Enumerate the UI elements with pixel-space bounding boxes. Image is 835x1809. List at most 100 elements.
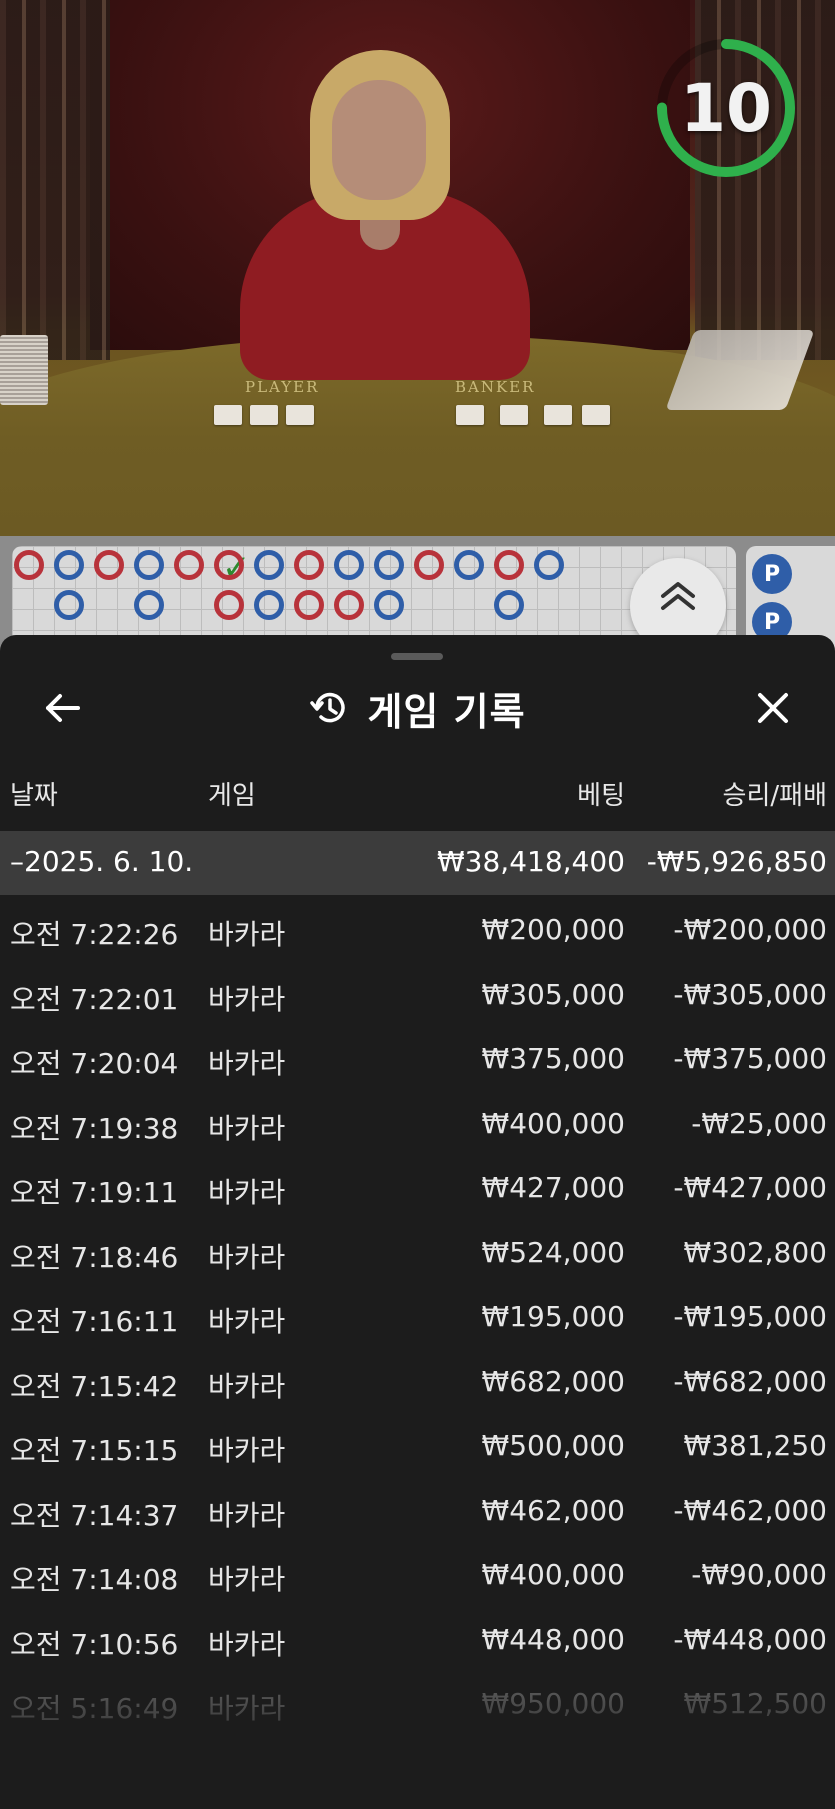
row-result: -₩682,000 [673,1364,827,1398]
summary-result-total: -₩5,926,850 [646,845,827,878]
row-result: -₩427,000 [673,1171,827,1204]
back-arrow-icon [46,694,80,722]
row-time: 오전 7:20:04 [10,1047,179,1080]
bead-banker [214,590,244,620]
row-time: 오전 7:19:38 [10,1111,179,1145]
table-row[interactable]: 오전 7:22:26 바카라 ₩200,000 -₩200,000 [0,895,835,960]
dealer [220,40,540,380]
row-game: 바카라 [208,1692,286,1725]
banker-card [544,405,572,425]
table-row[interactable]: 오전 7:10:56 바카라 ₩448,000 -₩448,000 [0,1605,835,1670]
table-row[interactable]: 오전 7:19:11 바카라 ₩427,000 -₩427,000 [0,1153,835,1218]
bead-player [374,550,404,580]
table-row[interactable]: 오전 5:16:49 바카라 ₩950,000 ₩512,500 [0,1669,835,1734]
summary-bet-total: ₩38,418,400 [436,845,625,878]
row-game: 바카라 [208,1563,286,1596]
row-result: -₩200,000 [673,913,827,946]
row-bet: ₩950,000 [481,1687,625,1720]
table-header: 날짜 게임 베팅 승리/패배 [0,775,835,819]
table-row[interactable]: 오전 7:15:42 바카라 ₩682,000 -₩682,000 [0,1347,835,1412]
row-game: 바카라 [208,918,286,951]
countdown-timer: 10 [652,34,800,182]
row-game: 바카라 [208,1305,286,1338]
row-time: 오전 7:14:37 [10,1498,179,1532]
row-time: 오전 7:14:08 [10,1563,179,1596]
row-result: -₩195,000 [673,1300,827,1333]
back-button[interactable] [38,683,88,733]
game-history-sheet: 게임 기록 날짜 게임 베팅 승리/패배 –2025. 6. 10. ₩38,4… [0,635,835,1809]
banker-card [582,405,610,425]
row-bet: ₩375,000 [481,1042,625,1075]
player-card [286,405,314,425]
row-time: 오전 7:10:56 [10,1627,179,1661]
table-row[interactable]: 오전 7:14:37 바카라 ₩462,000 -₩462,000 [0,1476,835,1541]
bead-banker [14,550,44,580]
bead-banker [334,590,364,620]
row-bet: ₩524,000 [481,1235,625,1269]
table-row[interactable]: 오전 7:20:04 바카라 ₩375,000 -₩375,000 [0,1024,835,1089]
bead-player [54,550,84,580]
live-video-stream: PLAYER BANKER 10 [0,0,835,536]
history-list: 오전 7:22:26 바카라 ₩200,000 -₩200,000 오전 7:2… [0,895,835,1734]
sheet-drag-handle[interactable] [391,653,443,660]
column-header-date[interactable]: 날짜 [10,775,58,812]
row-game: 바카라 [208,1434,286,1467]
row-result: ₩302,800 [683,1235,827,1269]
row-bet: ₩682,000 [481,1364,625,1398]
table-row[interactable]: 오전 7:15:15 바카라 ₩500,000 ₩381,250 [0,1411,835,1476]
column-header-result[interactable]: 승리/패배 [723,775,827,812]
bead-player [54,590,84,620]
history-icon [310,692,346,723]
row-game: 바카라 [208,1498,286,1532]
sheet-header: 게임 기록 [0,683,835,734]
row-result: ₩512,500 [683,1687,827,1720]
bead-banker [294,590,324,620]
row-bet: ₩195,000 [481,1300,625,1333]
row-bet: ₩400,000 [481,1558,625,1591]
row-result: -₩462,000 [673,1493,827,1527]
row-bet: ₩200,000 [481,913,625,946]
row-bet: ₩305,000 [481,977,625,1011]
dealer-face [332,80,426,200]
row-result: -₩375,000 [673,1042,827,1075]
player-card [214,405,242,425]
row-time: 오전 7:19:11 [10,1176,179,1209]
table-row[interactable]: 오전 7:22:01 바카라 ₩305,000 -₩305,000 [0,960,835,1025]
row-bet: ₩448,000 [481,1622,625,1656]
column-header-bet[interactable]: 베팅 [577,775,625,812]
row-game: 바카라 [208,1111,286,1145]
row-game: 바카라 [208,1047,286,1080]
row-game: 바카라 [208,1240,286,1274]
row-result: -₩90,000 [691,1558,827,1591]
bead-player [454,550,484,580]
bead-banker [214,550,244,580]
bead-banker [414,550,444,580]
bead-player: P [752,554,792,594]
bead-player [374,590,404,620]
banker-card [456,405,484,425]
player-card [250,405,278,425]
row-bet: ₩462,000 [481,1493,625,1527]
row-time: 오전 7:22:26 [10,918,179,951]
table-row[interactable]: 오전 7:14:08 바카라 ₩400,000 -₩90,000 [0,1540,835,1605]
bead-player [254,590,284,620]
row-bet: ₩427,000 [481,1171,625,1204]
bead-player [534,550,564,580]
banker-card [500,405,528,425]
table-row[interactable]: 오전 7:16:11 바카라 ₩195,000 -₩195,000 [0,1282,835,1347]
close-icon [758,693,788,723]
player-area-label: PLAYER [245,378,320,396]
bead-banker [94,550,124,580]
close-button[interactable] [748,683,798,733]
date-summary-row[interactable]: –2025. 6. 10. ₩38,418,400 -₩5,926,850 [0,831,835,895]
table-row[interactable]: 오전 7:19:38 바카라 ₩400,000 -₩25,000 [0,1089,835,1154]
row-time: 오전 5:16:49 [10,1692,179,1725]
sheet-title: 게임 기록 [367,689,526,734]
row-bet: ₩400,000 [481,1106,625,1140]
row-game: 바카라 [208,1369,286,1403]
column-header-game[interactable]: 게임 [208,775,256,812]
table-row[interactable]: 오전 7:18:46 바카라 ₩524,000 ₩302,800 [0,1218,835,1283]
bead-player [134,590,164,620]
row-game: 바카라 [208,1627,286,1661]
card-stack [0,335,48,405]
